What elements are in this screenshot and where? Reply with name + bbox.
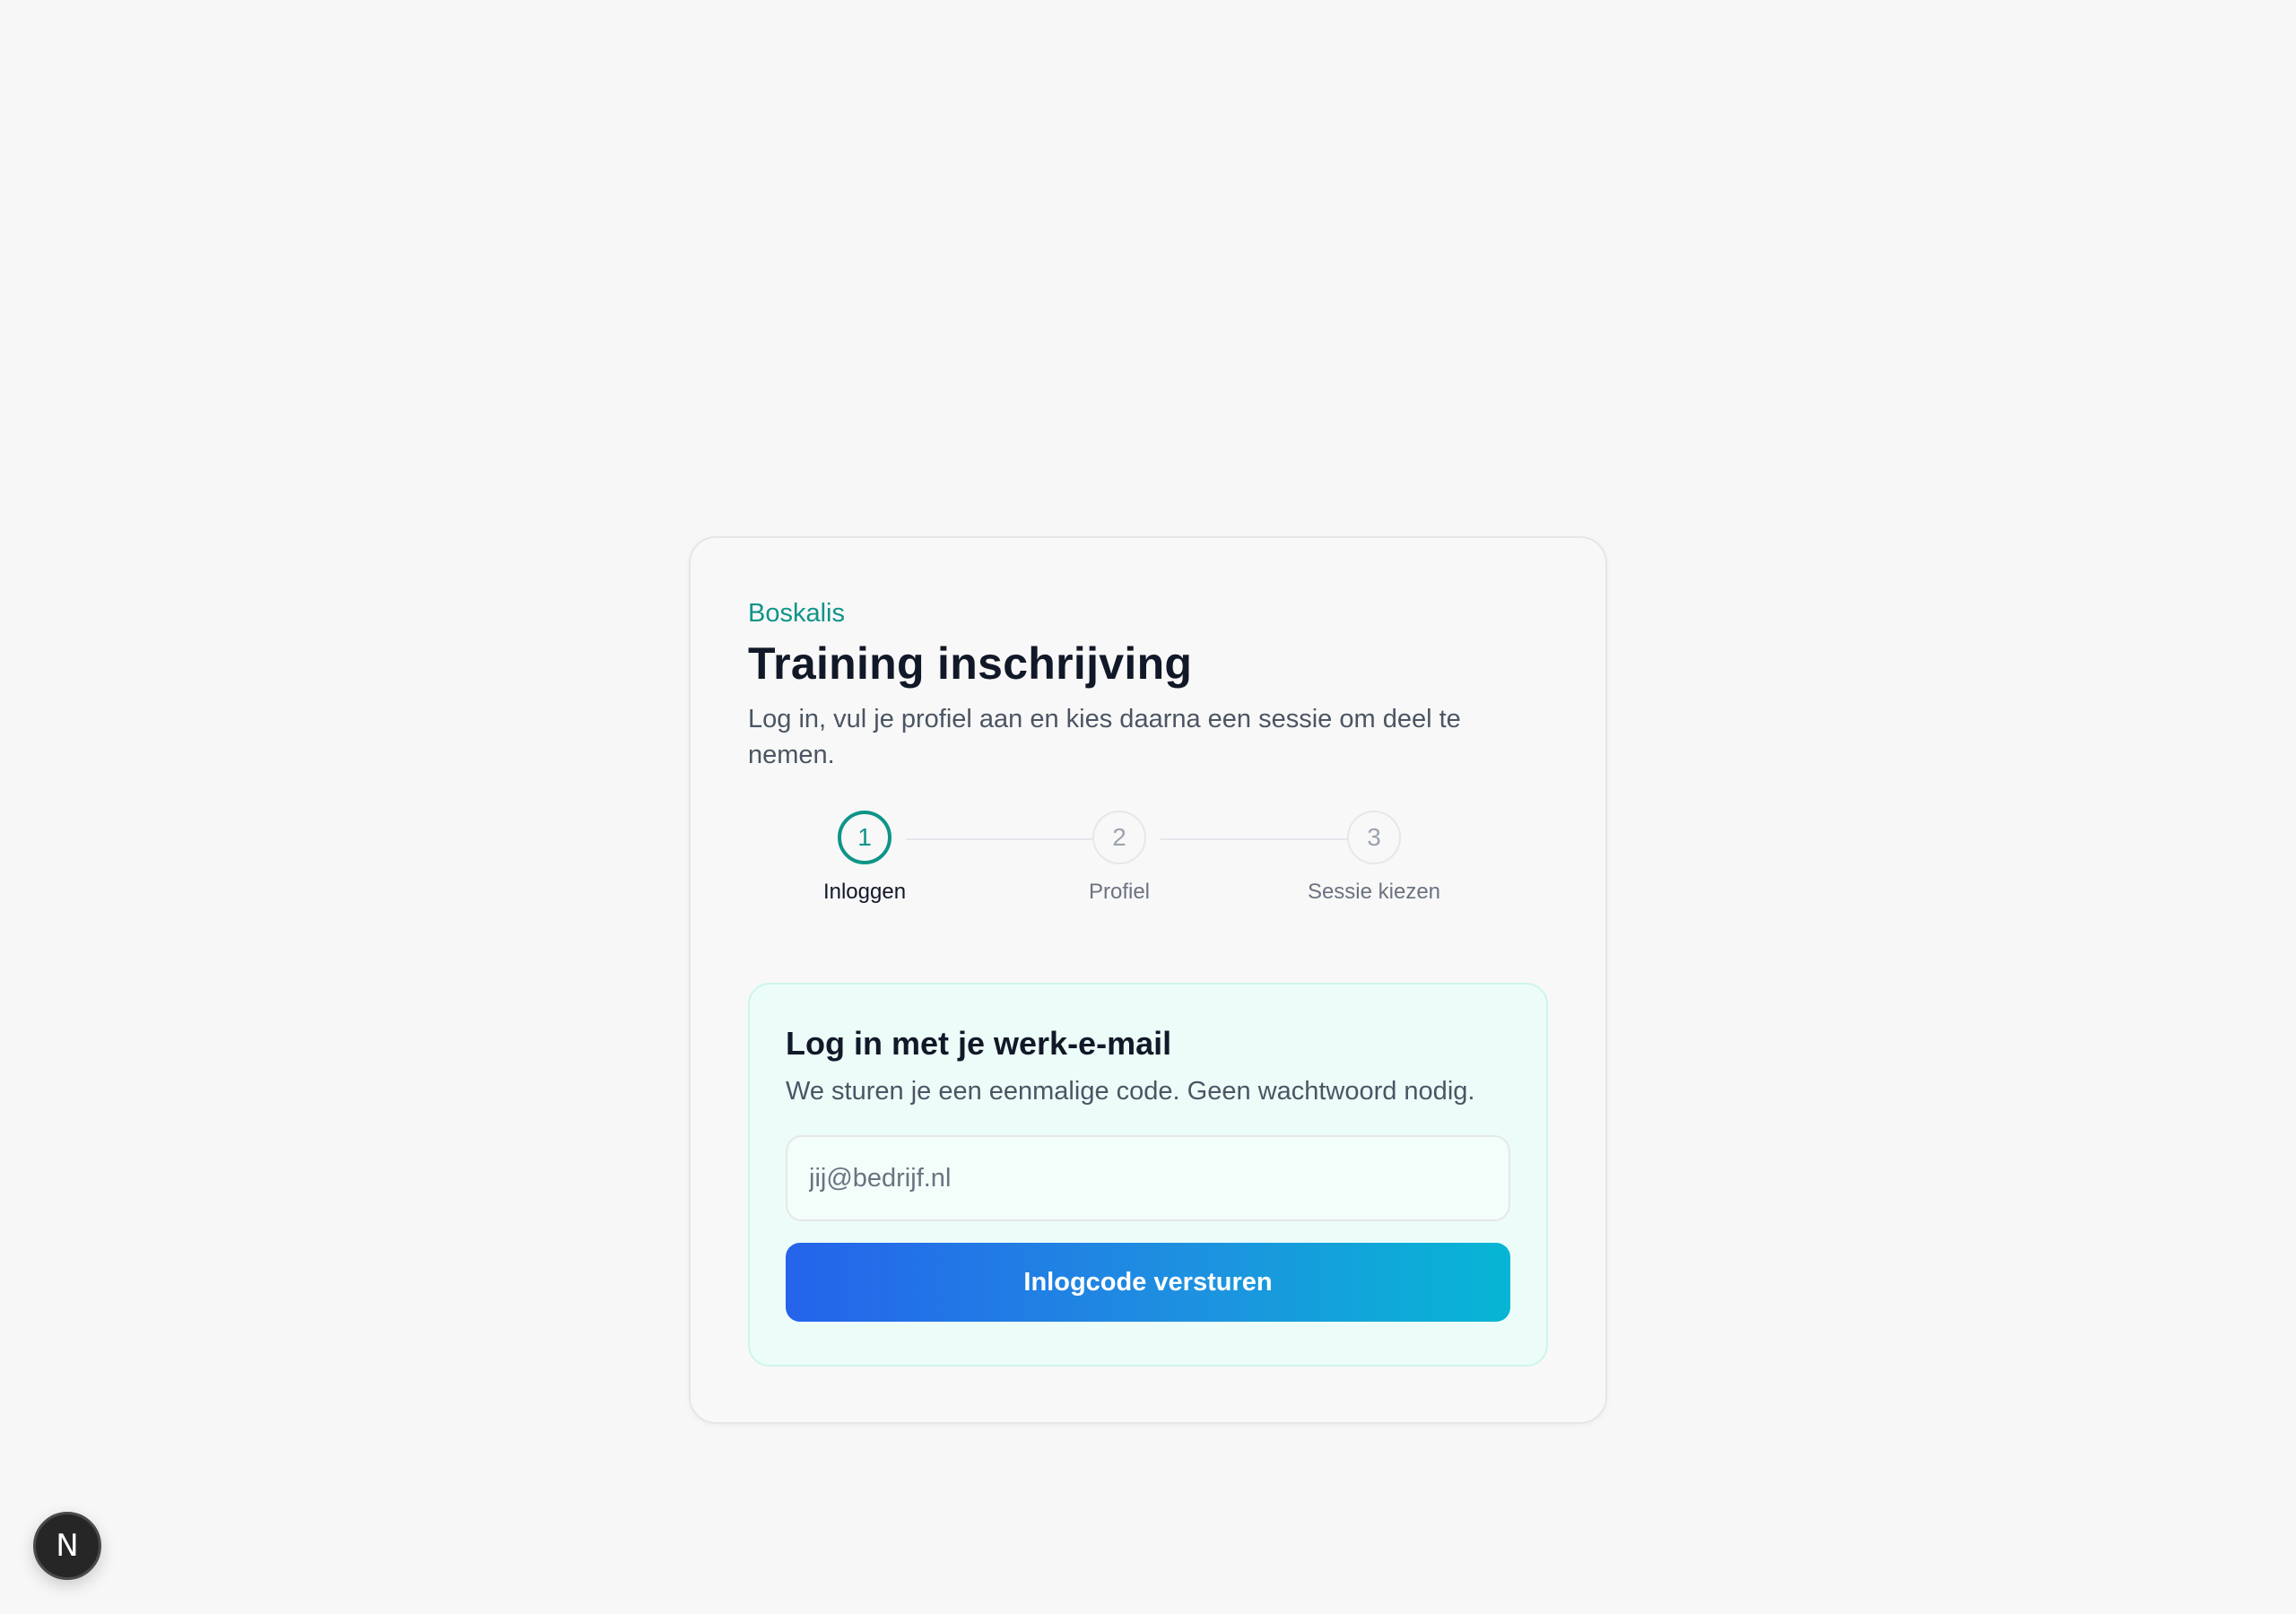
step-profile: 2 Profiel (1003, 811, 1236, 906)
step-number-circle: 2 (1092, 811, 1146, 864)
step-label: Sessie kiezen (1307, 880, 1441, 904)
page-subtitle: Log in, vul je profiel aan en kies daarn… (748, 705, 1461, 769)
step-login: 1 Inloggen (748, 811, 981, 906)
nextjs-logo-icon[interactable]: N (33, 1512, 101, 1580)
send-login-code-button[interactable]: Inlogcode versturen (786, 1243, 1510, 1322)
registration-card: Boskalis Training inschrijving Log in, v… (689, 536, 1607, 1424)
progress-stepper: 1 Inloggen 2 Profiel 3 Sessie kiezen (748, 811, 1548, 918)
login-description: We sturen je een eenmalige code. Geen wa… (786, 1077, 1475, 1106)
login-panel: Log in met je werk-e-mail We sturen je e… (748, 983, 1548, 1367)
step-number-circle: 3 (1347, 811, 1401, 864)
page: Boskalis Training inschrijving Log in, v… (0, 0, 2296, 1614)
step-choose-session: 3 Sessie kiezen (1257, 811, 1491, 906)
step-number-circle: 1 (838, 811, 891, 864)
step-label: Inloggen (822, 880, 907, 904)
brand-name: Boskalis (748, 599, 845, 628)
step-label: Profiel (1088, 880, 1151, 904)
email-field[interactable] (786, 1135, 1510, 1221)
login-heading: Log in met je werk-e-mail (786, 1025, 1172, 1062)
page-title: Training inschrijving (748, 638, 1193, 689)
